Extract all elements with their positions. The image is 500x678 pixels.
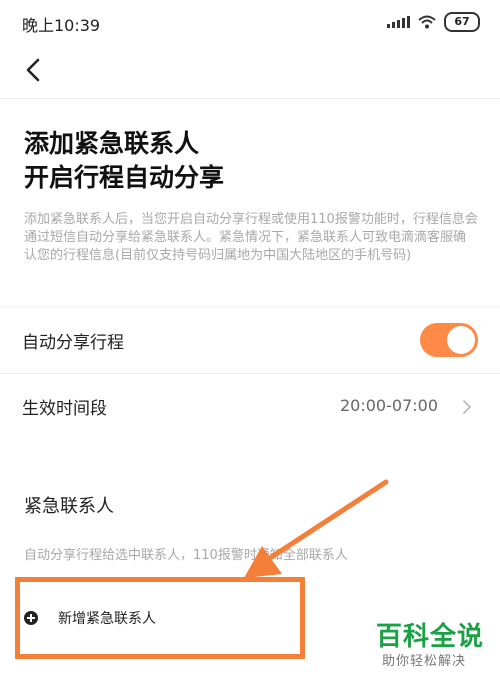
watermark-logo: 百科全说 xyxy=(376,622,485,652)
title-line-2: 开启行程自动分享 xyxy=(24,163,225,192)
title-line-1: 添加紧急联系人 xyxy=(24,129,200,158)
status-time: 晚上10:39 xyxy=(22,16,101,35)
signal-icon xyxy=(387,16,410,28)
chevron-right-icon xyxy=(463,400,471,414)
wifi-icon xyxy=(418,15,436,29)
battery-icon: 67 xyxy=(444,12,480,32)
contacts-title: 紧急联系人 xyxy=(24,496,114,517)
auto-share-label: 自动分享行程 xyxy=(22,333,124,353)
hero-description: 添加紧急联系人后，当您开启自动分享行程或使用110报警功能时，行程信息会通过短信… xyxy=(24,212,478,263)
time-period-label: 生效时间段 xyxy=(22,399,107,419)
time-period-row[interactable]: 生效时间段 20:00-07:00 xyxy=(0,374,500,440)
auto-share-row[interactable]: 自动分享行程 xyxy=(0,308,500,374)
time-period-value: 20:00-07:00 xyxy=(340,396,438,415)
watermark-slogan: 助你轻松解决 xyxy=(382,654,467,669)
page-title: 添加紧急联系人 开启行程自动分享 xyxy=(24,127,224,195)
pointer-arrow-icon xyxy=(244,479,389,578)
chevron-left-icon[interactable] xyxy=(18,54,50,86)
status-icons: 67 xyxy=(387,12,480,32)
toggle-knob xyxy=(447,326,475,354)
auto-share-toggle[interactable] xyxy=(420,323,478,357)
hero-section: 添加紧急联系人 开启行程自动分享 添加紧急联系人后，当您开启自动分享行程或使用1… xyxy=(0,99,500,306)
status-bar: 晚上10:39 67 xyxy=(0,0,500,44)
nav-bar xyxy=(0,44,500,98)
